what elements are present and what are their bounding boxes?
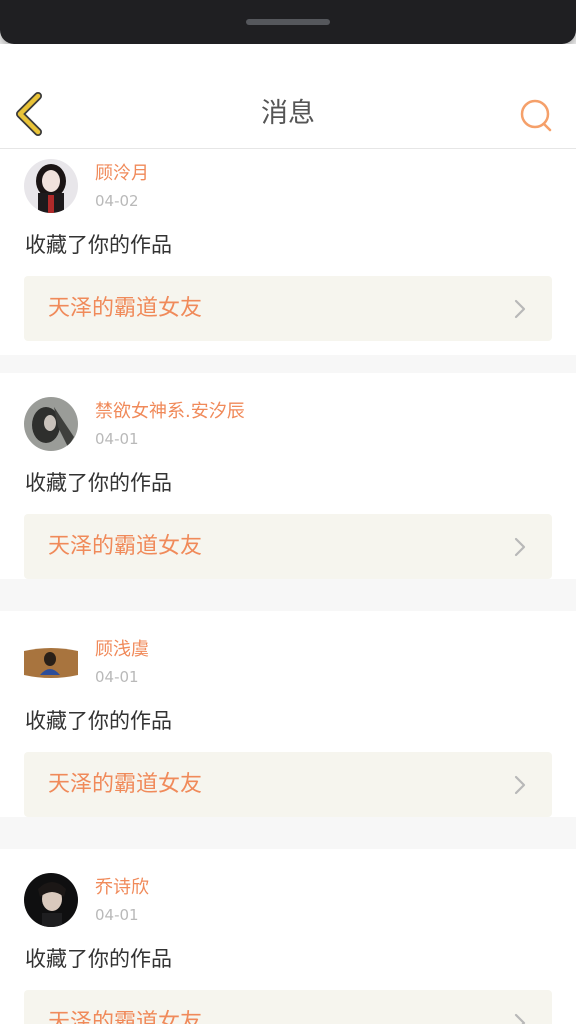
message-card: 乔诗欣 04-01 收藏了你的作品 天泽的霸道女友 [0, 849, 576, 1024]
status-bar [0, 0, 576, 44]
work-title: 天泽的霸道女友 [48, 296, 203, 321]
message-date: 04-01 [95, 906, 139, 924]
search-icon [520, 99, 552, 132]
search-button[interactable] [516, 96, 556, 136]
work-title: 天泽的霸道女友 [48, 534, 203, 559]
work-title: 天泽的霸道女友 [48, 1010, 203, 1024]
username[interactable]: 禁欲女神系.安汐辰 [95, 401, 245, 423]
action-text: 收藏了你的作品 [25, 947, 172, 971]
work-link[interactable]: 天泽的霸道女友 [24, 752, 552, 817]
chevron-right-icon [514, 299, 526, 319]
chevron-right-icon [514, 537, 526, 557]
avatar[interactable] [24, 159, 78, 213]
top-strip [0, 44, 576, 80]
message-card: 顾泠月 04-02 收藏了你的作品 天泽的霸道女友 [0, 149, 576, 355]
chevron-right-icon [514, 1013, 526, 1024]
work-title: 天泽的霸道女友 [48, 772, 203, 797]
page-title: 消息 [261, 98, 315, 129]
username[interactable]: 顾泠月 [95, 163, 149, 185]
chevron-right-icon [514, 775, 526, 795]
username[interactable]: 乔诗欣 [95, 877, 149, 899]
username[interactable]: 顾浅虞 [95, 639, 149, 661]
screen: 消息 顾泠月 04-02 收藏了你的作品 天泽的霸道女友 禁欲女神系.安汐辰 0… [0, 0, 576, 1024]
action-text: 收藏了你的作品 [25, 471, 172, 495]
avatar[interactable] [24, 397, 78, 451]
message-date: 04-02 [95, 192, 139, 210]
message-date: 04-01 [95, 430, 139, 448]
action-text: 收藏了你的作品 [25, 709, 172, 733]
avatar[interactable] [24, 635, 78, 689]
message-card: 禁欲女神系.安汐辰 04-01 收藏了你的作品 天泽的霸道女友 [0, 373, 576, 579]
work-link[interactable]: 天泽的霸道女友 [24, 276, 552, 341]
notification-handle[interactable] [246, 19, 330, 25]
work-link[interactable]: 天泽的霸道女友 [24, 990, 552, 1024]
message-card: 顾浅虞 04-01 收藏了你的作品 天泽的霸道女友 [0, 611, 576, 817]
work-link[interactable]: 天泽的霸道女友 [24, 514, 552, 579]
message-date: 04-01 [95, 668, 139, 686]
action-text: 收藏了你的作品 [25, 233, 172, 257]
header-bar: 消息 [0, 80, 576, 149]
avatar[interactable] [24, 873, 78, 927]
